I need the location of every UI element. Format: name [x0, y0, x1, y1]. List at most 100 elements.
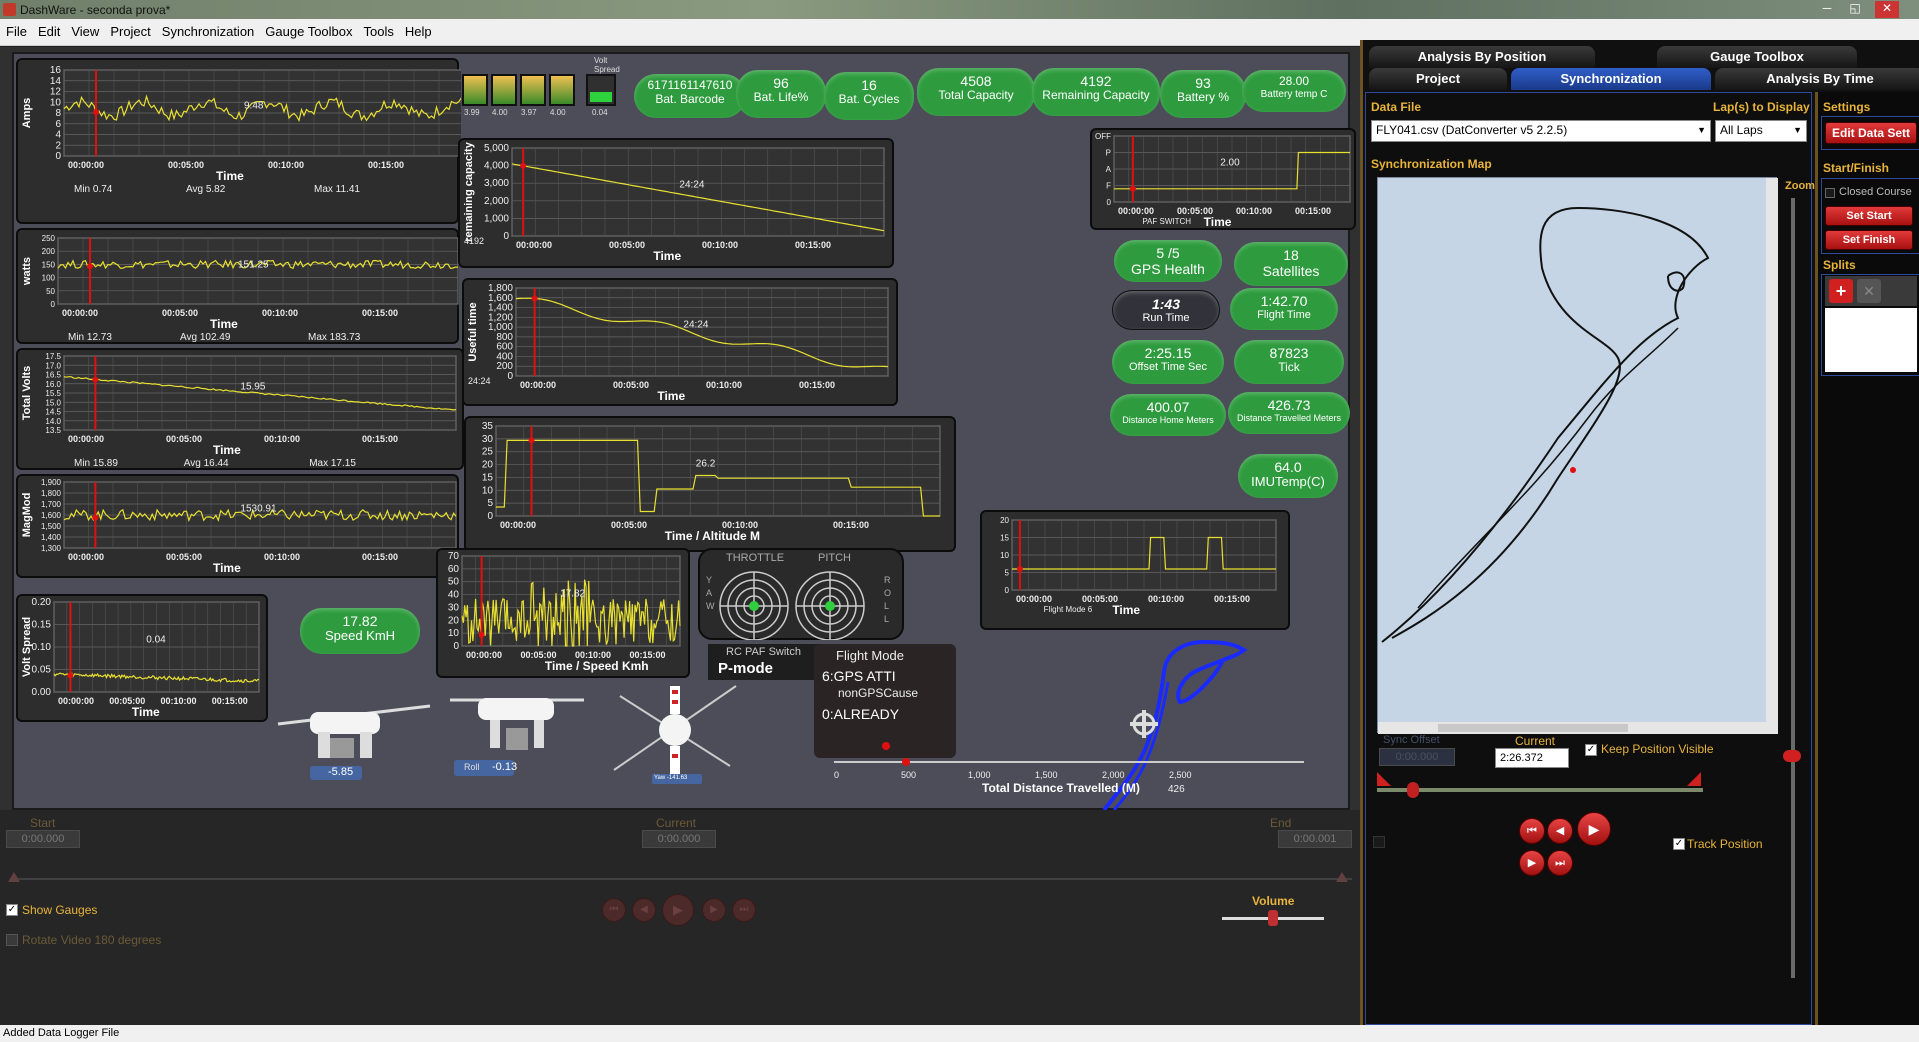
closed-course-checkbox[interactable]	[1825, 188, 1835, 198]
tab-analysis-by-position[interactable]: Analysis By Position	[1369, 46, 1595, 68]
x-tick-label: 00:00:00	[68, 552, 104, 562]
status-bar: Added Data Logger File	[0, 1025, 1919, 1042]
cell-2-voltage: 4.00	[492, 108, 508, 117]
skip-end-button[interactable]: ⏭	[732, 898, 756, 922]
sync-step-forward-button[interactable]: ▶	[1519, 850, 1545, 876]
menu-edit[interactable]: Edit	[32, 19, 65, 46]
cursor-value: 24:24	[683, 320, 708, 331]
cursor-value: 9.48	[244, 101, 264, 112]
tab-gauge-toolbox[interactable]: Gauge Toolbox	[1657, 46, 1857, 68]
map-horizontal-scrollbar[interactable]	[1378, 722, 1778, 734]
set-finish-button[interactable]: Set Finish	[1825, 230, 1913, 250]
y-axis-label: watts	[21, 257, 33, 286]
tab-synchronization[interactable]: Synchronization	[1511, 68, 1711, 90]
remove-split-icon[interactable]: ✕	[1857, 279, 1881, 303]
map-vertical-scrollbar[interactable]	[1766, 178, 1778, 722]
y-tick-label: 12	[50, 87, 62, 98]
drone-pitch-image	[277, 704, 431, 780]
x-tick-label: 00:10:00	[268, 160, 304, 170]
sync-step-back-button[interactable]: ◀	[1547, 818, 1573, 844]
skip-start-button[interactable]: ⏮	[602, 898, 626, 922]
y-tick-label: 0.05	[32, 665, 52, 676]
minimize-button[interactable]: ─	[1815, 1, 1839, 18]
rotate-video-checkbox[interactable]	[6, 934, 18, 946]
x-tick-label: 00:15:00	[212, 696, 248, 706]
menu-synchronization[interactable]: Synchronization	[156, 19, 260, 46]
yaw-label: Y A W	[706, 575, 715, 611]
y-tick-label: 35	[482, 421, 494, 432]
step-forward-button[interactable]: ▶	[702, 898, 726, 922]
close-button[interactable]: ✕	[1875, 1, 1899, 18]
x-tick-label: 00:00:00	[68, 434, 104, 444]
menu-project[interactable]: Project	[104, 19, 155, 46]
sync-slider-thumb[interactable]	[1407, 782, 1419, 798]
y-tick-label: 0	[453, 641, 459, 652]
y-tick-label: F	[1106, 182, 1111, 191]
splits-toolbar: + ✕	[1825, 276, 1917, 306]
sub-label: Flight Mode 6	[1044, 605, 1093, 614]
show-gauges-checkbox[interactable]: ✓	[6, 904, 18, 916]
y-tick-label: 1,600	[41, 511, 62, 520]
plot-area	[1113, 135, 1351, 203]
maximize-button[interactable]: ◱	[1843, 1, 1867, 18]
cursor-point	[528, 437, 535, 444]
splits-list[interactable]	[1825, 308, 1917, 372]
distance-tick-label: 2,500	[1169, 770, 1192, 780]
y-tick-label: 5	[487, 498, 493, 509]
sync-slider[interactable]	[1377, 788, 1703, 792]
y-tick-label: 60	[448, 564, 460, 575]
menu-tools[interactable]: Tools	[358, 19, 399, 46]
tab-analysis-by-time[interactable]: Analysis By Time	[1715, 68, 1919, 90]
sync-play-button[interactable]: ▶	[1577, 812, 1611, 846]
start-time-field[interactable]: 0:00.000	[6, 830, 80, 848]
sync-skip-end-button[interactable]: ⏭	[1547, 850, 1573, 876]
y-tick-label: 0	[51, 300, 56, 309]
menu-view[interactable]: View	[65, 19, 104, 46]
current-time-field[interactable]: 0:00.000	[642, 830, 716, 848]
splits-label: Splits	[1823, 258, 1856, 272]
chevron-down-icon: ▼	[1697, 125, 1706, 135]
zoom-thumb[interactable]	[1783, 750, 1801, 762]
flight-mode-chart-svg: 2015105000:00:00 00:05:00 00:10:00 00:15:00…	[1000, 516, 1277, 617]
stick-targets	[719, 571, 865, 640]
end-handle[interactable]	[1336, 872, 1348, 882]
laps-select[interactable]: All Laps ▼	[1715, 120, 1807, 142]
battery-cycles-pill: 16 Bat. Cycles	[824, 72, 914, 120]
x-tick-label: 00:00:00	[516, 240, 552, 250]
add-split-icon[interactable]: +	[1829, 279, 1853, 303]
data-file-select[interactable]: FLY041.csv (DatConverter v5 2.2.5) ▼	[1371, 120, 1711, 142]
useful-time-chart: 1,800 1,600 1,400 1,200 1,000 800 600 400 200 0 00…	[462, 278, 898, 406]
step-back-button[interactable]: ◀	[632, 898, 656, 922]
menu-gauge-toolbox[interactable]: Gauge Toolbox	[259, 19, 357, 46]
y-tick-label: 14	[50, 76, 62, 87]
menu-help[interactable]: Help	[399, 19, 437, 46]
y-tick-label: 150	[42, 260, 56, 269]
x-tick-label: 00:10:00	[702, 240, 738, 250]
sync-map[interactable]	[1377, 177, 1778, 734]
y-axis-label: remaining capacity	[463, 141, 475, 242]
tick-pill: 87823 Tick	[1234, 340, 1344, 384]
sync-end-marker[interactable]	[1687, 772, 1701, 786]
menu-file[interactable]: File	[0, 19, 32, 46]
timeline-slider[interactable]	[12, 878, 1352, 880]
zoom-slider[interactable]	[1791, 198, 1795, 978]
tab-project[interactable]: Project	[1369, 68, 1507, 90]
flight-time-pill: 1:42.70 Flight Time	[1230, 288, 1338, 330]
current-position-field[interactable]: 2:26.372	[1495, 748, 1569, 768]
sync-start-marker[interactable]	[1377, 772, 1391, 786]
sync-extra-checkbox[interactable]	[1373, 836, 1385, 848]
y-tick-label: 40	[448, 590, 460, 601]
set-start-button[interactable]: Set Start	[1825, 206, 1913, 226]
volume-thumb[interactable]	[1268, 910, 1278, 926]
x-tick-label: 00:15:00	[833, 520, 869, 530]
sync-offset-field[interactable]: 0:00.000	[1379, 748, 1455, 766]
sync-skip-start-button[interactable]: ⏮	[1519, 818, 1545, 844]
play-button[interactable]: ▶	[662, 894, 694, 926]
x-tick-label: 00:10:00	[706, 380, 742, 390]
track-position-checkbox[interactable]: ✓	[1673, 838, 1685, 850]
edit-data-settings-button[interactable]: Edit Data Sett	[1825, 122, 1917, 144]
keep-visible-checkbox[interactable]: ✓	[1585, 744, 1597, 756]
app-icon	[3, 3, 16, 16]
end-time-field[interactable]: 0:00.001	[1278, 830, 1352, 848]
start-handle[interactable]	[8, 872, 20, 882]
